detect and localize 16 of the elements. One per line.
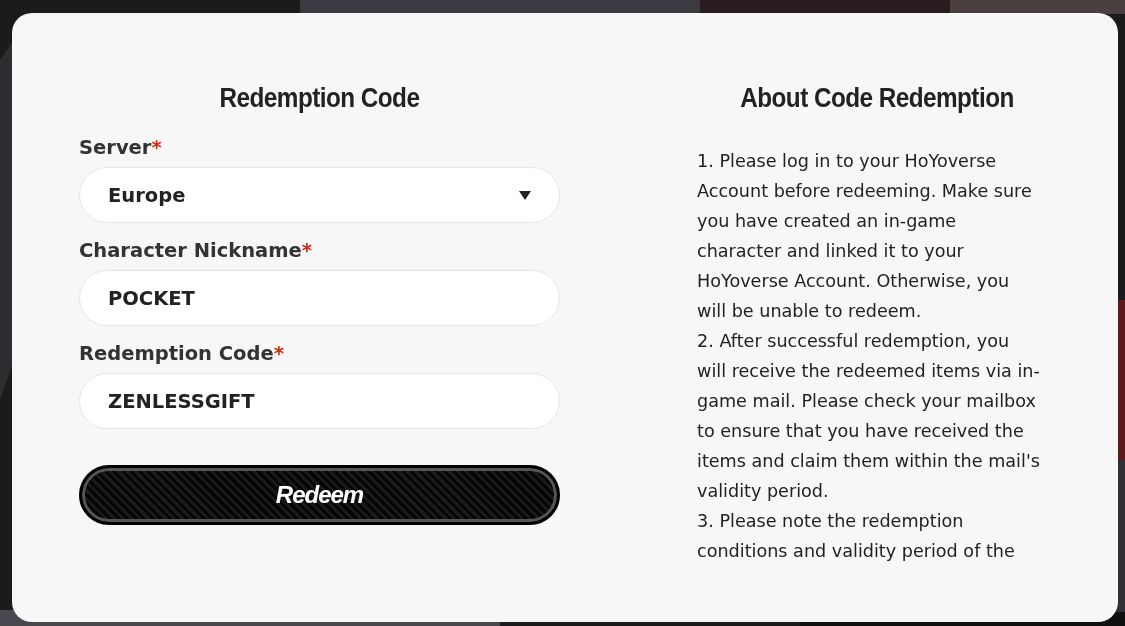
- input-field[interactable]: ZENLESSGIFT: [79, 373, 560, 429]
- redeem-button[interactable]: Redeem: [79, 465, 560, 525]
- form-title: Redemption Code: [218, 83, 421, 114]
- info-paragraph: 1. Please log in to your HoYoverse Account before redeeming. Make sure you have created an in-game character and linked it to your HoYoverse Account. Otherwise, you will be unable to redeem.: [697, 150, 1033, 323]
- required-asterisk: *: [151, 136, 162, 159]
- required-asterisk: *: [301, 239, 312, 262]
- required-asterisk: *: [273, 342, 284, 365]
- field-label: Redemption Code: [79, 342, 274, 365]
- field-label: Character Nickname: [79, 239, 302, 262]
- about-title: About Code Redemption: [739, 83, 1015, 114]
- info-paragraph: 3. Please note the redemption conditions and validity period of the: [697, 510, 1016, 563]
- server-dropdown[interactable]: Europe: [79, 167, 560, 223]
- dropdown-caret-icon: [519, 190, 531, 200]
- field-label: Server: [79, 136, 152, 159]
- info-paragraph: 2. After successful redemption, you will receive the redeemed items via in-game mail. Please check your mailbox to ensure that you have received the items and claim them within the mail's validity period.: [697, 330, 1041, 503]
- input-field[interactable]: POCKET: [79, 270, 560, 326]
